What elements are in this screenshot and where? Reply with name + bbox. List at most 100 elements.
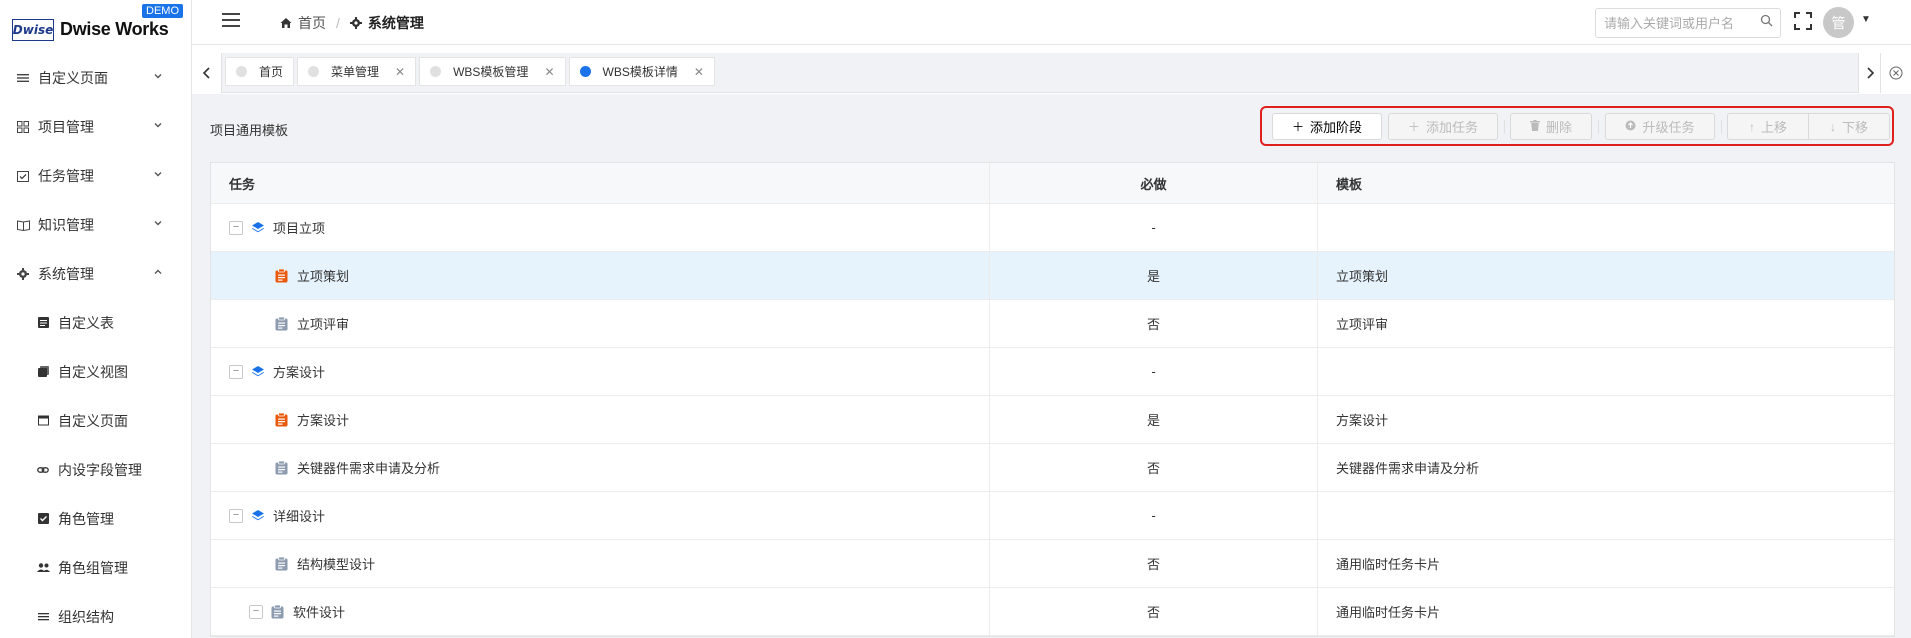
add-stage-label: 添加阶段 <box>1310 120 1363 135</box>
clipboard-icon <box>275 268 289 283</box>
sidebar-subitem-label: 自定义页面 <box>58 412 128 429</box>
sidebar-item-knowledge-management[interactable]: 知识管理 <box>0 200 191 249</box>
table-row[interactable]: 关键器件需求申请及分析 否 关键器件需求申请及分析 <box>211 444 1894 492</box>
upgrade-task-button[interactable]: 升级任务 <box>1605 113 1715 140</box>
gear-icon <box>16 267 30 281</box>
sidebar-subitem-label: 角色管理 <box>58 510 114 527</box>
sidebar-subitem-label: 自定义视图 <box>58 363 128 380</box>
clipboard-icon <box>275 460 289 475</box>
table-header-row: 任务 必做 模板 <box>211 163 1894 204</box>
tab-wbs-template-management[interactable]: WBS模板管理 ✕ <box>419 57 566 86</box>
tab-wbs-template-detail[interactable]: WBS模板详情 ✕ <box>568 57 715 86</box>
column-header-template[interactable]: 模板 <box>1318 163 1894 203</box>
sidebar-subitem-custom-view[interactable]: 自定义视图 <box>0 347 191 396</box>
close-icon[interactable]: ✕ <box>544 65 554 79</box>
tab-scroll-right-button[interactable] <box>1858 53 1880 93</box>
table-row[interactable]: 结构模型设计 否 通用临时任务卡片 <box>211 540 1894 588</box>
table-row[interactable]: − 详细设计 - <box>211 492 1894 540</box>
clipboard-icon <box>275 412 289 427</box>
tab-label: WBS模板管理 <box>453 65 529 79</box>
search-input[interactable] <box>1595 8 1781 38</box>
checkbox-icon <box>36 512 50 526</box>
fullscreen-icon[interactable] <box>1794 12 1812 30</box>
table-row[interactable]: − 方案设计 - <box>211 348 1894 396</box>
home-icon <box>280 17 292 29</box>
collapse-toggle-icon[interactable]: − <box>249 604 263 619</box>
add-task-button[interactable]: ＋ 添加任务 <box>1388 113 1498 140</box>
plus-icon: ＋ <box>1407 120 1420 134</box>
tab-menu-management[interactable]: 菜单管理 ✕ <box>297 57 417 86</box>
required-cell: 否 <box>990 300 1318 347</box>
close-icon[interactable]: ✕ <box>395 65 405 79</box>
sidebar-subitem-field-management[interactable]: 内设字段管理 <box>0 445 191 494</box>
tab-status-dot <box>579 66 591 77</box>
sidebar-item-task-management[interactable]: 任务管理 <box>0 151 191 200</box>
avatar[interactable]: 管 <box>1823 7 1854 38</box>
chevron-down-icon <box>153 169 163 182</box>
template-cell <box>1318 348 1894 395</box>
tab-scroll-left-button[interactable] <box>192 53 222 93</box>
clipboard-icon <box>271 604 285 619</box>
column-header-task[interactable]: 任务 <box>211 163 990 203</box>
template-cell: 方案设计 <box>1336 413 1389 428</box>
move-up-label: 上移 <box>1760 120 1787 135</box>
sidebar-subitem-custom-table[interactable]: 自定义表 <box>0 298 191 347</box>
search-icon[interactable] <box>1760 14 1773 30</box>
book-icon <box>16 218 30 232</box>
add-stage-button[interactable]: ＋ 添加阶段 <box>1272 113 1382 140</box>
table-row[interactable]: 立项策划 是 立项策划 <box>211 252 1894 300</box>
sidebar-item-system-management[interactable]: 系统管理 <box>0 249 191 298</box>
task-name: 方案设计 <box>297 413 350 428</box>
sidebar-subitem-role-management[interactable]: 角色管理 <box>0 494 191 543</box>
required-cell: - <box>990 204 1318 251</box>
layers-icon <box>36 365 50 379</box>
chevron-down-icon <box>153 120 163 133</box>
template-cell <box>1318 492 1894 539</box>
task-name: 关键器件需求申请及分析 <box>297 461 441 476</box>
grid-icon <box>16 120 30 134</box>
logo[interactable]: Dwise Dwise Works DEMO <box>12 4 187 44</box>
table-row[interactable]: − 软件设计 否 通用临时任务卡片 <box>211 588 1894 636</box>
table-row[interactable]: 立项评审 否 立项评审 <box>211 300 1894 348</box>
link-icon <box>36 463 50 477</box>
table-row[interactable]: − 项目立项 - <box>211 204 1894 252</box>
gear-icon <box>349 17 362 29</box>
trash-icon <box>1529 119 1540 134</box>
required-cell: 否 <box>990 540 1318 587</box>
sidebar-subitem-org-structure[interactable]: 组织结构 <box>0 592 191 638</box>
toolbar-divider <box>1721 120 1722 134</box>
collapse-toggle-icon[interactable]: − <box>229 220 243 235</box>
app-name: Dwise Works <box>60 19 169 39</box>
template-cell <box>1318 204 1894 251</box>
required-cell: 否 <box>990 444 1318 491</box>
task-name: 项目立项 <box>273 221 326 236</box>
close-icon[interactable]: ✕ <box>694 65 704 79</box>
task-name: 软件设计 <box>293 605 346 620</box>
sidebar-item-label: 系统管理 <box>38 265 94 282</box>
required-cell: 否 <box>990 588 1318 635</box>
sidebar-item-project-management[interactable]: 项目管理 <box>0 102 191 151</box>
close-all-tabs-button[interactable] <box>1880 53 1911 93</box>
sidebar-menu: 自定义页面 项目管理 任务管理 知识管理 系统管理 自定义表 自定义视图 自定义… <box>0 53 191 638</box>
arrow-up-icon: ↑ <box>1748 119 1755 134</box>
column-header-required[interactable]: 必做 <box>990 163 1318 203</box>
sidebar-subitem-custom-page[interactable]: 自定义页面 <box>0 396 191 445</box>
delete-button[interactable]: 删除 <box>1510 113 1592 140</box>
window-icon <box>36 414 50 428</box>
collapse-toggle-icon[interactable]: − <box>229 364 243 379</box>
table-row[interactable]: 方案设计 是 方案设计 <box>211 396 1894 444</box>
sidebar-item-custom-pages[interactable]: 自定义页面 <box>0 53 191 102</box>
caret-down-icon[interactable]: ▼ <box>1861 14 1871 25</box>
task-name: 立项评审 <box>297 317 350 332</box>
move-down-button[interactable]: ↓ 下移 <box>1808 113 1890 140</box>
move-up-button[interactable]: ↑ 上移 <box>1727 113 1809 140</box>
tab-home[interactable]: 首页 <box>225 57 295 86</box>
tab-status-dot <box>308 66 320 77</box>
collapse-toggle-icon[interactable]: − <box>229 508 243 523</box>
sidebar-item-label: 项目管理 <box>38 118 94 135</box>
sidebar-subitem-role-group-management[interactable]: 角色组管理 <box>0 543 191 592</box>
hamburger-menu-icon[interactable] <box>222 13 240 27</box>
template-cell: 立项策划 <box>1336 269 1389 284</box>
sidebar-item-label: 知识管理 <box>38 216 94 233</box>
breadcrumb-home[interactable]: 首页 <box>298 13 326 33</box>
